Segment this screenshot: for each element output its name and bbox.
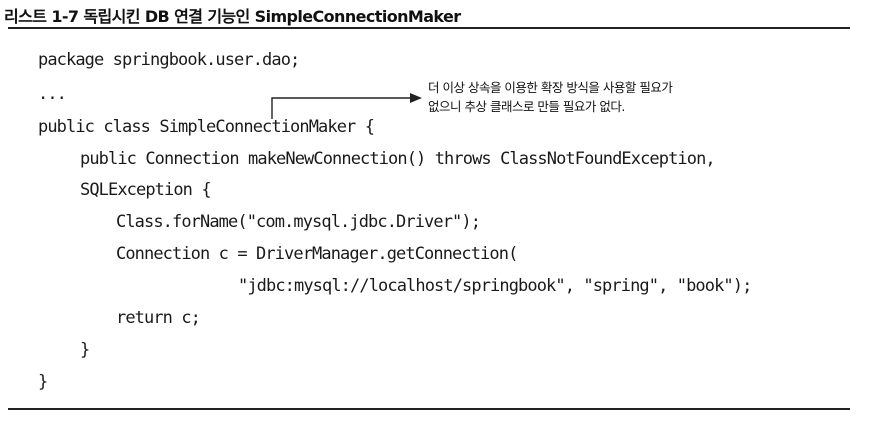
code-line-package: package springbook.user.dao; [38, 50, 300, 70]
code-line-return: return c; [116, 308, 201, 328]
top-divider [8, 27, 850, 29]
code-line-method-signature: public Connection makeNewConnection() th… [80, 149, 716, 169]
code-line-connection-args: "jdbc:mysql://localhost/springbook", "sp… [238, 276, 752, 296]
listing-caption: 리스트 1-7 독립시킨 DB 연결 기능인 SimpleConnectionM… [4, 7, 461, 26]
annotation-text-line1: 더 이상 상속을 이용한 확장 방식을 사용할 필요가 [428, 80, 673, 95]
annotation-arrow [271, 93, 422, 119]
code-line-class-close: } [38, 372, 48, 392]
code-line-class-forname: Class.forName("com.mysql.jdbc.Driver"); [116, 212, 481, 232]
annotation-text-line2: 없으니 추상 클래스로 만들 필요가 없다. [428, 99, 625, 114]
code-line-ellipsis: ... [38, 84, 67, 104]
code-line-get-connection: Connection c = DriverManager.getConnecti… [116, 244, 518, 264]
code-line-method-signature-cont: SQLException { [80, 180, 212, 200]
bottom-divider [8, 408, 850, 410]
code-line-method-close: } [80, 340, 90, 360]
